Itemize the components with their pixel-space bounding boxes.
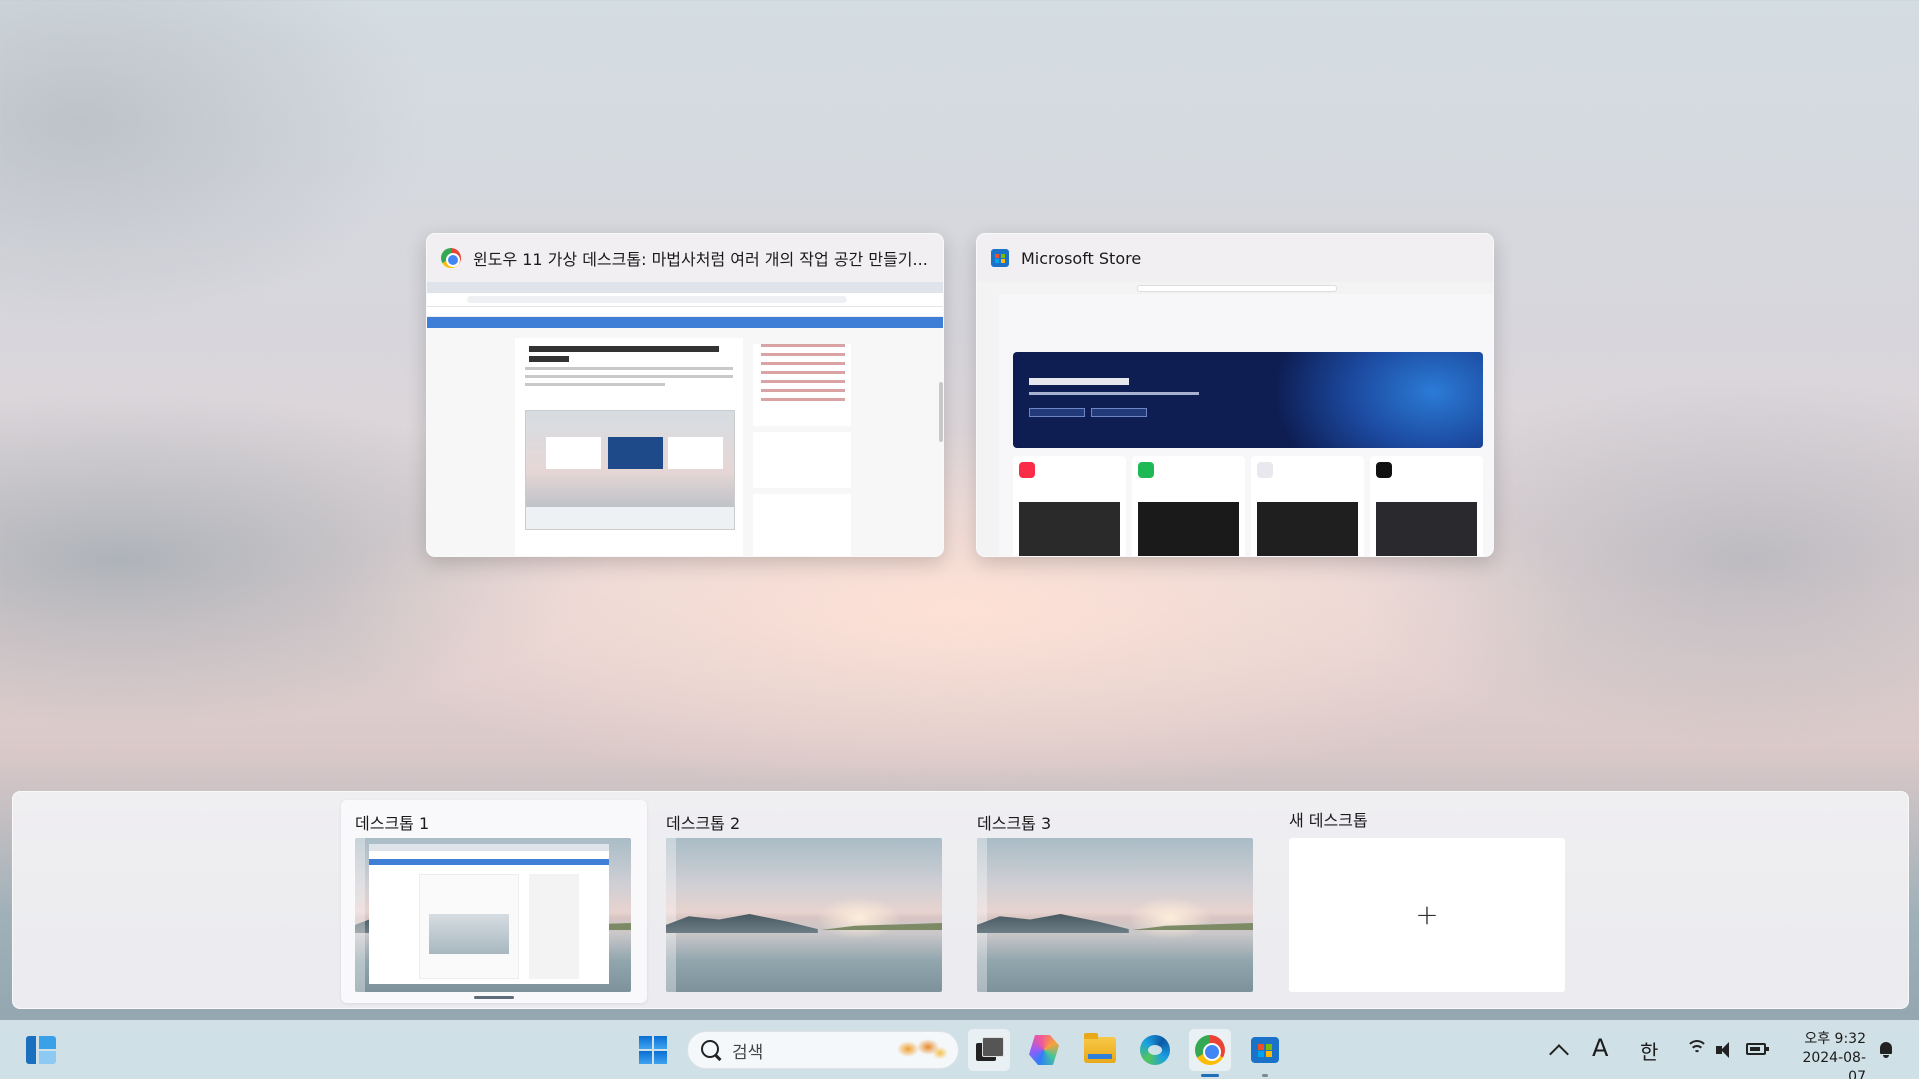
window-title-bar: Microsoft Store [977, 234, 1493, 282]
store-taskbar-button[interactable] [1244, 1029, 1286, 1077]
widgets-icon [26, 1036, 56, 1064]
windows-logo-icon [639, 1036, 667, 1064]
desktop-thumbnail [666, 838, 942, 992]
window-thumbnail-chrome[interactable]: 윈도우 11 가상 데스크톱: 마법사처럼 여러 개의 작업 공간 만들기... [426, 233, 944, 557]
file-explorer-button[interactable] [1079, 1029, 1121, 1071]
plus-icon: + [1415, 898, 1439, 931]
search-icon [700, 1039, 722, 1061]
window-title-bar: 윈도우 11 가상 데스크톱: 마법사처럼 여러 개의 작업 공간 만들기... [427, 234, 943, 282]
font-indicator[interactable]: A [1592, 1034, 1608, 1062]
copilot-icon [1029, 1035, 1059, 1065]
widgets-button[interactable] [20, 1029, 62, 1071]
desktop-thumbnail [977, 838, 1253, 992]
battery-icon[interactable] [1746, 1043, 1769, 1055]
chrome-icon [1195, 1035, 1225, 1065]
new-desktop-label: 새 데스크톱 [1289, 811, 1368, 830]
desktop-1[interactable]: 데스크톱 1 [341, 800, 647, 1003]
chrome-taskbar-button[interactable] [1189, 1029, 1231, 1077]
desktop-label: 데스크톱 1 [355, 814, 430, 833]
clock[interactable]: 오후 9:32 2024-08-07 [1786, 1030, 1866, 1079]
copilot-button[interactable] [1023, 1029, 1065, 1071]
microsoft-store-icon [991, 249, 1009, 267]
search-box[interactable]: 검색 [687, 1031, 959, 1069]
window-preview [977, 282, 1493, 556]
window-preview [427, 282, 943, 556]
new-desktop-button[interactable]: + [1289, 838, 1565, 992]
microsoft-store-icon [1251, 1037, 1279, 1063]
desktop-label: 데스크톱 2 [666, 814, 741, 833]
search-highlight-icon [888, 1037, 948, 1065]
clock-time: 오후 9:32 [1804, 1031, 1866, 1047]
task-view-icon [974, 1035, 1004, 1065]
volume-icon[interactable] [1716, 1042, 1736, 1058]
notification-bell-icon[interactable] [1878, 1042, 1894, 1058]
task-view-button[interactable] [968, 1029, 1010, 1071]
window-title: Microsoft Store [1021, 248, 1142, 268]
desktop-2[interactable]: 데스크톱 2 [652, 800, 958, 1003]
running-indicator [1201, 1074, 1219, 1077]
desktop-switcher-panel [12, 791, 1909, 1009]
desktop-label: 데스크톱 3 [977, 814, 1052, 833]
new-desktop[interactable]: 새 데스크톱 + [1275, 800, 1581, 1003]
chrome-icon [441, 248, 461, 268]
wifi-icon[interactable] [1686, 1040, 1708, 1058]
start-button[interactable] [632, 1029, 674, 1071]
window-thumbnail-store[interactable]: Microsoft Store [976, 233, 1494, 557]
desktop-3[interactable]: 데스크톱 3 [963, 800, 1269, 1003]
window-title: 윈도우 11 가상 데스크톱: 마법사처럼 여러 개의 작업 공간 만들기... [473, 250, 928, 269]
running-indicator [1262, 1074, 1268, 1077]
file-explorer-icon [1084, 1033, 1116, 1063]
clock-date: 2024-08-07 [1802, 1050, 1866, 1079]
ime-indicator[interactable]: 한 [1640, 1036, 1658, 1065]
taskbar [0, 1020, 1919, 1079]
search-placeholder: 검색 [732, 1042, 764, 1063]
edge-icon [1140, 1035, 1170, 1065]
selected-indicator [474, 996, 514, 999]
desktop-thumbnail [355, 838, 631, 992]
edge-button[interactable] [1134, 1029, 1176, 1071]
